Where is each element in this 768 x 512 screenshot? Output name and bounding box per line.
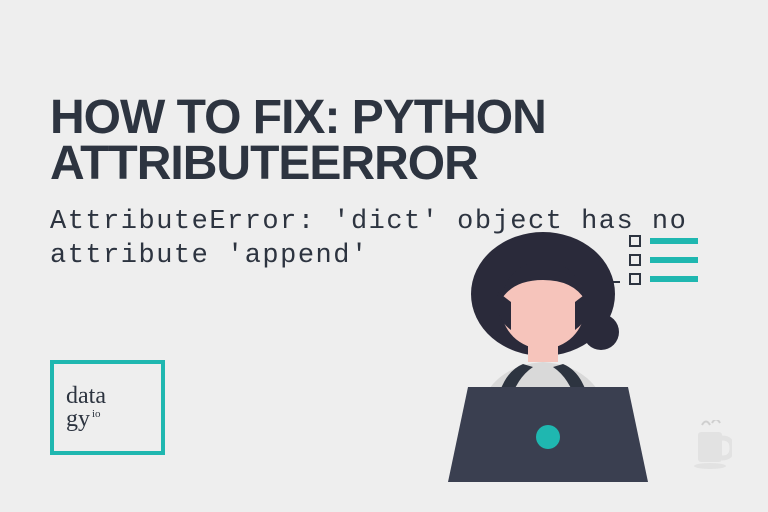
datagy-logo: data gyio [50,360,165,455]
logo-line-1: data [66,385,161,408]
logo-line-2: gyio [66,408,161,431]
mug-icon [692,420,732,470]
title-line-1: How to Fix: Python [50,95,546,141]
person-laptop-illustration [373,222,713,482]
main-title: How to Fix: Python AttributeError [50,95,546,186]
title-line-2: AttributeError [50,141,546,187]
